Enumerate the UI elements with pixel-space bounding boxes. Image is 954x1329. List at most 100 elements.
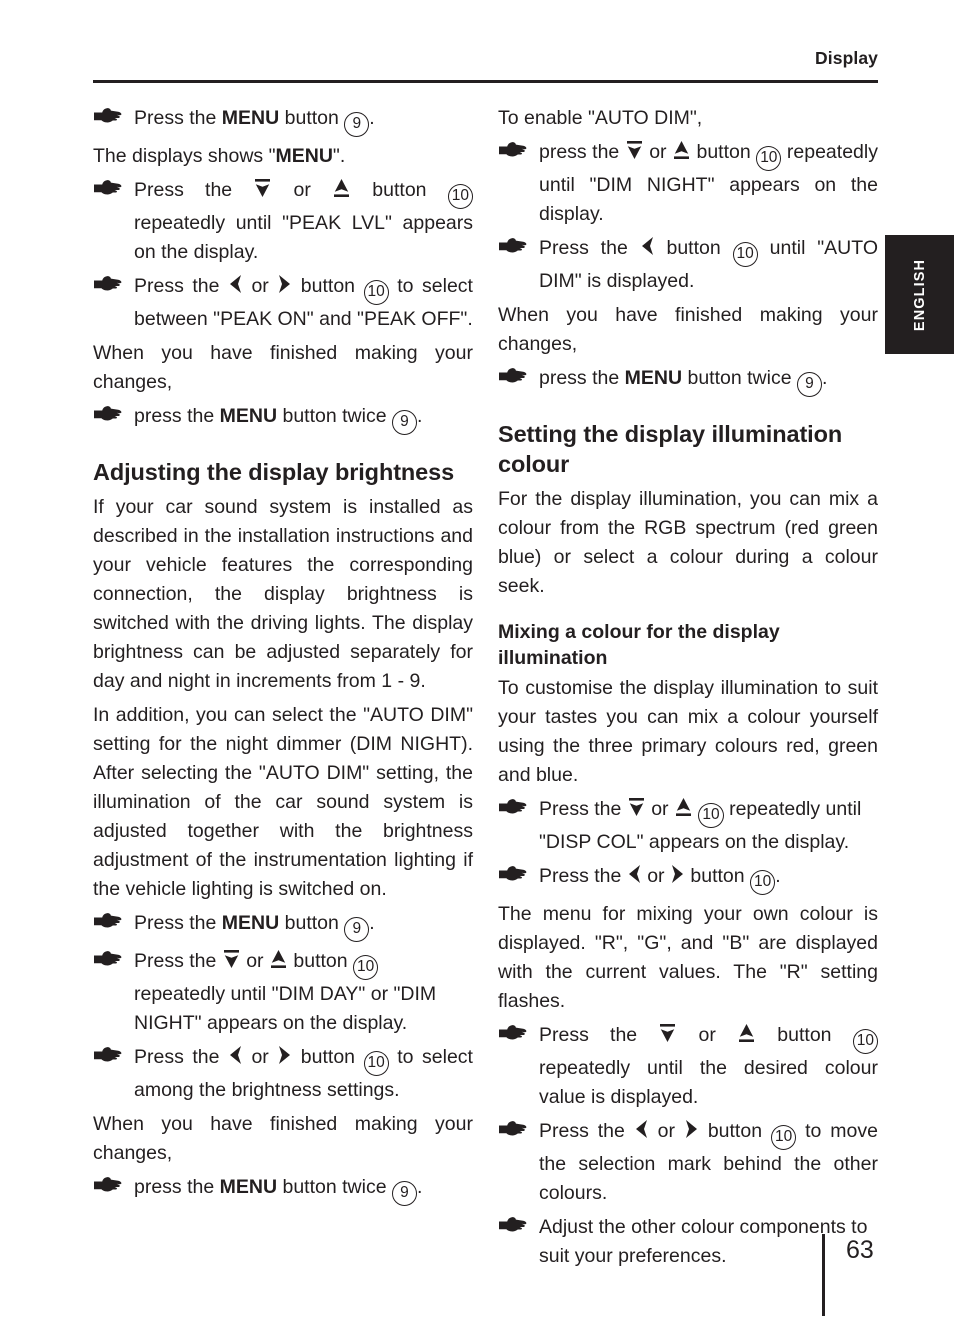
list-item-text: Press the [134, 107, 222, 129]
pointing-hand-icon [498, 1118, 528, 1147]
menu-label: MENU [221, 107, 280, 129]
list-item-text: Press the [539, 798, 627, 820]
list-item: press the MENU button twice 9. [93, 402, 473, 435]
list-item-text: button [292, 275, 364, 297]
list-item: Press the or button 10. [498, 862, 878, 895]
list-item-text: . [821, 367, 828, 389]
right-arrow-key-icon [684, 1119, 699, 1139]
list-item-text: button [654, 237, 733, 259]
pointing-hand-icon [498, 1214, 528, 1243]
pointing-hand-icon [498, 365, 528, 394]
list-item-text: . [775, 865, 781, 887]
paragraph: For the display illumination, you can mi… [498, 488, 878, 597]
reference-badge: 9 [344, 917, 370, 942]
pointing-hand-icon [93, 105, 123, 134]
page-footer: 63 [822, 1234, 954, 1316]
pointing-hand-icon [93, 948, 123, 977]
up-arrow-key-icon [658, 1023, 677, 1043]
reference-badge: 10 [353, 955, 379, 980]
list-item-text: Press the [539, 1120, 634, 1142]
list-item-text: button [279, 912, 345, 934]
list-item-text: or [242, 1046, 278, 1068]
pointing-hand-icon [498, 139, 528, 168]
list-item-text: press the [134, 405, 220, 427]
left-column: Press the MENU button 9. The displays sh… [93, 104, 473, 1211]
reference-badge: 9 [344, 112, 370, 137]
paragraph: When you have finished making your chang… [93, 342, 473, 393]
header-divider [93, 79, 878, 83]
down-arrow-key-icon [737, 1023, 756, 1043]
down-arrow-key-icon [332, 178, 351, 198]
section-heading: Adjusting the display brightness [93, 459, 455, 485]
list-item-text: Adjust the other colour components to su… [539, 1216, 868, 1267]
reference-badge: 10 [756, 146, 782, 171]
reference-badge: 10 [852, 1029, 878, 1054]
list-item: Press the or button 10 to move the selec… [498, 1117, 878, 1208]
list-item-text: or [648, 1120, 684, 1142]
reference-badge: 10 [363, 1051, 389, 1076]
list-item-text: Press the [134, 912, 222, 934]
list-item-text: Press the [539, 865, 627, 887]
pointing-hand-icon [498, 1022, 528, 1051]
list-item: Press the or button 10 to select among t… [93, 1043, 473, 1105]
list-item: press the MENU button twice 9. [498, 364, 878, 397]
down-arrow-key-icon [674, 797, 693, 817]
pointing-hand-icon [93, 1044, 123, 1073]
list-item-text: . [369, 107, 375, 129]
list-item-text: . [416, 405, 423, 427]
list-item-text: . [369, 912, 375, 934]
list-item-text: Press the [134, 950, 222, 972]
list-item-text: Press the [539, 1024, 659, 1046]
pointing-hand-icon [498, 235, 528, 264]
up-arrow-key-icon [627, 797, 646, 817]
reference-badge: 10 [770, 1125, 797, 1150]
menu-label: MENU [624, 367, 683, 389]
list-item: Adjust the other colour components to su… [498, 1213, 878, 1271]
language-tab-label: ENGLISH [911, 258, 928, 331]
language-tab: ENGLISH [885, 235, 954, 354]
down-arrow-key-icon [269, 949, 288, 969]
left-arrow-key-icon [228, 1045, 243, 1065]
list-item-text: repeatedly until "PEAK LVL" appears on t… [134, 212, 473, 263]
reference-badge: 10 [698, 803, 724, 828]
list-item: Press the or button 10 repeatedly until … [93, 176, 473, 267]
page-number: 63 [846, 1236, 874, 1264]
list-item-text: Press the [134, 275, 228, 297]
list-item-text: or [242, 275, 278, 297]
list-item-text: button [287, 950, 354, 972]
list-item-text: or [677, 1024, 738, 1046]
list-item-text: or [272, 179, 333, 201]
paragraph: The menu for mixing your own colour is d… [498, 903, 878, 1012]
subsection-heading: Mixing a colour for the display illumina… [498, 621, 780, 669]
list-item-text: button twice [277, 1176, 392, 1198]
page-header: Display [93, 49, 878, 83]
right-arrow-key-icon [277, 274, 292, 294]
list-item: Press the MENU button 9. [93, 104, 473, 137]
list-item: Press the or button 10 repeatedly until … [498, 1021, 878, 1112]
reference-badge: 10 [750, 870, 776, 895]
reference-badge: 9 [391, 1181, 417, 1206]
list-item-text: or [641, 865, 670, 887]
left-arrow-key-icon [640, 236, 655, 256]
paragraph: In addition, you can select the "AUTO DI… [93, 704, 473, 900]
list-item-text: button twice [277, 405, 392, 427]
reference-badge: 10 [363, 280, 389, 305]
list-item-text: or [240, 950, 269, 972]
pointing-hand-icon [93, 177, 123, 206]
list-item-text: press the [539, 141, 625, 163]
pointing-hand-icon [93, 1174, 123, 1203]
paragraph: To customise the display illumination to… [498, 677, 878, 786]
menu-label: MENU [221, 912, 280, 934]
list-item-text: or [645, 798, 674, 820]
right-arrow-key-icon [277, 1045, 292, 1065]
list-item: Press the or button 10 repeatedly until … [93, 947, 473, 1038]
list-item-text: Press the [539, 237, 640, 259]
up-arrow-key-icon [253, 178, 272, 198]
pointing-hand-icon [93, 403, 123, 432]
list-item-text: button [351, 179, 448, 201]
left-arrow-key-icon [228, 274, 243, 294]
menu-label: MENU [219, 405, 278, 427]
list-item: press the MENU button twice 9. [93, 1173, 473, 1206]
reference-badge: 9 [796, 372, 822, 397]
up-arrow-key-icon [625, 140, 644, 160]
